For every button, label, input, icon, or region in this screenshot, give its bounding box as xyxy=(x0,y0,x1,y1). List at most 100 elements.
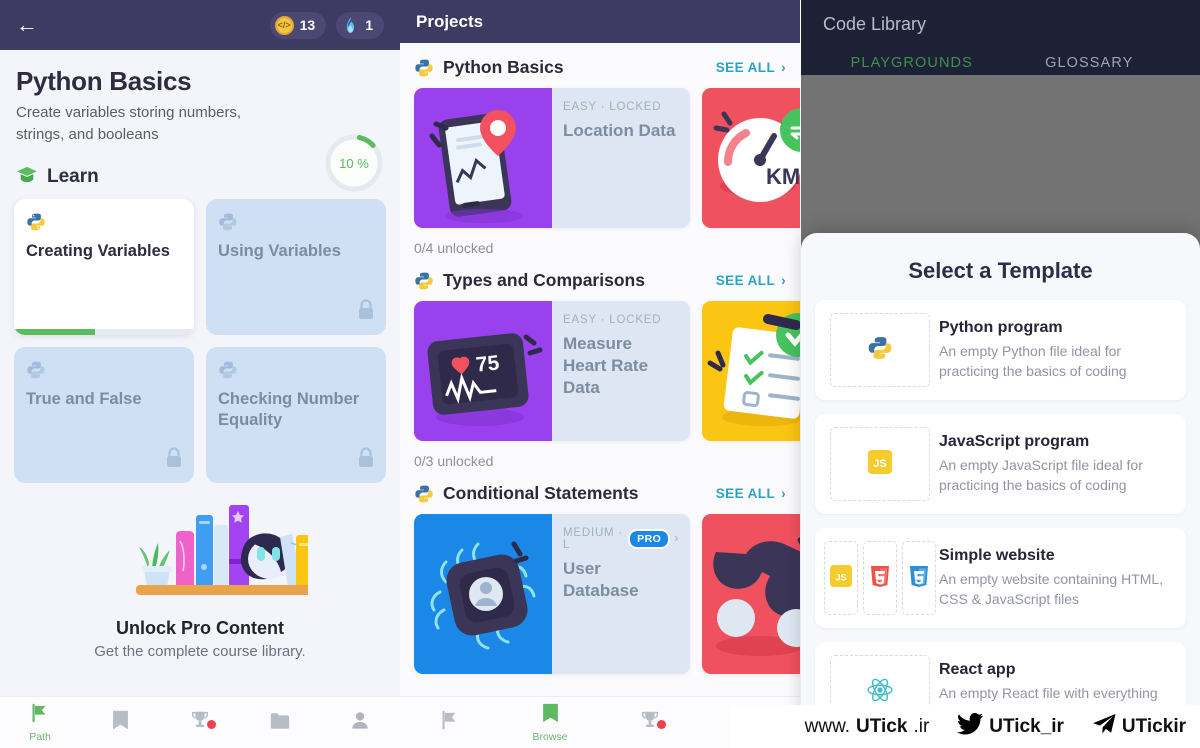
project-group-header: Conditional Statements SEE ALL › xyxy=(400,483,800,514)
project-group-types-and-comparisons: Types and Comparisons SEE ALL › 75 EASY … xyxy=(400,256,800,469)
chip-user-illustration xyxy=(414,514,552,674)
template-text: Python program An empty Python file idea… xyxy=(939,319,1180,382)
project-unlocked-count: 0/4 unlocked xyxy=(414,240,494,256)
template-name: React app xyxy=(939,660,1016,678)
javascript-icon: JS xyxy=(830,564,852,592)
bookshelf-illustration xyxy=(0,497,400,609)
see-all-button[interactable]: SEE ALL › xyxy=(716,60,786,75)
nav-item-browse[interactable] xyxy=(80,709,160,736)
template-desc: An empty Python file ideal for practicin… xyxy=(939,342,1127,379)
nav-item-path[interactable]: Path xyxy=(0,702,80,743)
nav-item-leaderboard[interactable] xyxy=(600,709,700,736)
watermark-site-mid: UTick xyxy=(856,715,908,737)
projects-panel: Projects Python Basics SEE ALL › EASY · … xyxy=(400,0,800,748)
promo-title: Unlock Pro Content xyxy=(115,617,284,638)
react-icon xyxy=(866,676,894,709)
project-card-meta: MEDIUM · L PRO › xyxy=(563,527,679,551)
see-all-button[interactable]: SEE ALL › xyxy=(716,486,786,501)
project-cards-row: EASY · LOCKED Location Data KM xyxy=(400,88,800,228)
learn-card-creating-variables[interactable]: Creating Variables xyxy=(14,198,194,335)
project-card-binoculars[interactable] xyxy=(702,514,800,674)
project-group-name: Conditional Statements xyxy=(443,483,639,503)
back-arrow-icon[interactable]: ← xyxy=(16,14,38,36)
html5-icon xyxy=(869,564,891,593)
watermark-twitter-handle: UTick_ir xyxy=(989,715,1064,737)
book-icon xyxy=(540,702,561,729)
select-template-modal: Select a Template Python program An empt… xyxy=(801,233,1200,748)
python-icon xyxy=(414,271,434,291)
project-card-measure-heart-rate-data[interactable]: 75 EASY · LOCKED Measure Heart Rate Data xyxy=(414,301,690,441)
streak-count: 1 xyxy=(365,17,373,33)
template-option-javascript-program[interactable]: JS JavaScript program An empty JavaScrip… xyxy=(815,414,1186,514)
code-library-header: Code Library PLAYGROUNDS GLOSSARY xyxy=(801,0,1200,84)
nav-label-browse: Browse xyxy=(532,731,568,743)
project-group-conditional-statements: Conditional Statements SEE ALL › MEDIUM … xyxy=(400,469,800,674)
coin-count: 13 xyxy=(299,17,316,33)
nav-item-browse[interactable]: Browse xyxy=(500,702,600,743)
project-card-body: MEDIUM · L PRO › User Database xyxy=(552,514,690,674)
chevron-right-icon: › xyxy=(781,273,786,288)
promo-subtitle: Get the complete course library. xyxy=(94,642,306,660)
twitter-bird-icon xyxy=(957,712,984,741)
nav-item-library[interactable] xyxy=(240,711,320,735)
project-group-name: Types and Comparisons xyxy=(443,270,645,290)
learn-card-true-and-false[interactable]: True and False xyxy=(14,346,194,483)
watermark-telegram: UTickir xyxy=(1092,713,1186,741)
watermark-site-post: .ir xyxy=(913,715,930,737)
python-icon xyxy=(26,212,182,232)
project-card-body: EASY · LOCKED Location Data xyxy=(552,88,690,228)
heart-rate-monitor-illustration: 75 xyxy=(414,301,552,441)
project-group-header: Types and Comparisons SEE ALL › xyxy=(400,270,800,301)
project-card-body: EASY · LOCKED Measure Heart Rate Data xyxy=(552,301,690,441)
javascript-icon: JS xyxy=(868,449,892,479)
watermark-website: www. UTick .ir xyxy=(805,716,930,738)
projects-header-title: Projects xyxy=(416,11,484,31)
project-cards-row: MEDIUM · L PRO › User Database xyxy=(400,514,800,674)
project-card-speedometer[interactable]: KM xyxy=(702,88,800,228)
project-card-title: User Database xyxy=(563,559,639,601)
code-library-title: Code Library xyxy=(823,14,927,34)
notification-dot xyxy=(657,720,666,729)
template-option-python-program[interactable]: Python program An empty Python file idea… xyxy=(815,300,1186,400)
phone-location-pin-illustration xyxy=(414,88,552,228)
nav-label-path: Path xyxy=(29,731,51,743)
projects-header: Projects xyxy=(400,0,800,43)
nav-item-path[interactable] xyxy=(400,709,500,736)
learn-card-using-variables[interactable]: Using Variables xyxy=(206,198,386,335)
learn-label: Learn xyxy=(47,166,99,187)
project-group-header: Python Basics SEE ALL › xyxy=(400,57,800,88)
project-card-location-data[interactable]: EASY · LOCKED Location Data xyxy=(414,88,690,228)
lock-icon xyxy=(165,446,183,473)
nav-item-leaderboard[interactable] xyxy=(160,709,240,736)
project-card-checklist[interactable] xyxy=(702,301,800,441)
project-unlocked-count: 0/3 unlocked xyxy=(414,453,494,469)
header-badges: </> 13 1 xyxy=(269,11,384,39)
project-card-meta: EASY · LOCKED xyxy=(563,101,662,113)
template-icons: JS xyxy=(821,541,939,615)
learn-card-checking-number-equality[interactable]: Checking Number Equality xyxy=(206,346,386,483)
template-name: JavaScript program xyxy=(939,432,1090,450)
nav-item-profile[interactable] xyxy=(320,710,400,736)
template-desc: An empty JavaScript file ideal for pract… xyxy=(939,456,1143,493)
see-all-label: SEE ALL xyxy=(715,273,776,288)
chevron-right-icon: › xyxy=(781,486,786,501)
progress-ring: 10 % xyxy=(323,132,385,194)
watermark-twitter: UTick_ir xyxy=(957,712,1064,741)
learn-card-progress xyxy=(14,328,194,335)
checklist-illustration xyxy=(702,301,800,441)
watermark-bar: www. UTick .ir UTick_ir UTickir xyxy=(730,705,1200,748)
coin-badge[interactable]: </> 13 xyxy=(269,11,327,39)
notification-dot xyxy=(207,720,216,729)
template-icon-slot: JS xyxy=(830,427,930,501)
unlock-pro-promo[interactable]: Unlock Pro Content Get the complete cour… xyxy=(0,497,400,660)
project-card-user-database[interactable]: MEDIUM · L PRO › User Database xyxy=(414,514,690,674)
template-option-simple-website[interactable]: JS Simple website An empty website conta… xyxy=(815,528,1186,628)
project-cards-row: 75 EASY · LOCKED Measure Heart Rate Data xyxy=(400,301,800,441)
learn-card-title: Creating Variables xyxy=(26,241,170,260)
see-all-button[interactable]: SEE ALL › xyxy=(716,273,786,288)
streak-badge[interactable]: 1 xyxy=(336,11,384,39)
python-icon xyxy=(218,360,374,380)
chevron-right-icon: › xyxy=(674,533,679,545)
telegram-paperplane-icon xyxy=(1092,713,1116,741)
flag-icon xyxy=(29,702,51,729)
